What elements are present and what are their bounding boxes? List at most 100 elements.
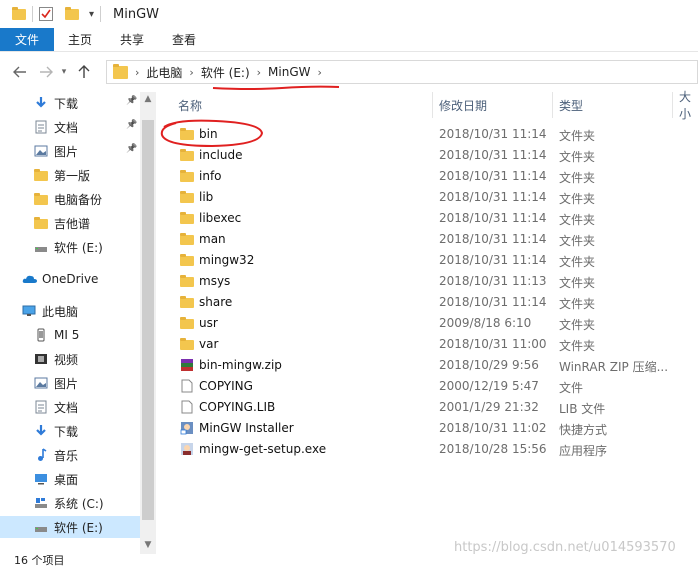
- sidebar-item-label: 下载: [54, 96, 79, 111]
- file-date: 2001/1/29 21:32: [439, 400, 539, 414]
- download-icon: [34, 424, 48, 438]
- folder-icon: [12, 6, 26, 20]
- file-row[interactable]: share 2018/10/31 11:14 文件夹: [160, 292, 698, 313]
- chevron-right-icon[interactable]: ›: [257, 66, 261, 79]
- folder-icon: [180, 232, 194, 246]
- forward-arrow-icon[interactable]: [35, 61, 57, 83]
- pin-icon: 📌: [126, 144, 138, 154]
- item-count: 16 个项目: [14, 554, 65, 567]
- tab-home[interactable]: 主页: [54, 28, 106, 51]
- file-name: man: [199, 232, 226, 246]
- file-row[interactable]: usr 2009/8/18 6:10 文件夹: [160, 313, 698, 334]
- folder-icon: [34, 168, 48, 182]
- sidebar-item-label: 音乐: [54, 448, 79, 463]
- sidebar-item[interactable]: 第一版: [0, 164, 140, 186]
- back-arrow-icon[interactable]: [9, 61, 31, 83]
- watermark: https://blog.csdn.net/u014593570: [454, 540, 676, 555]
- scroll-down-icon[interactable]: ▼: [140, 540, 156, 550]
- recent-locations-chevron-icon[interactable]: ▾: [57, 61, 71, 83]
- file-name: msys: [199, 274, 231, 288]
- file-row[interactable]: msys 2018/10/31 11:13 文件夹: [160, 271, 698, 292]
- column-divider[interactable]: [672, 92, 673, 118]
- sidebar-item[interactable]: 桌面: [0, 468, 140, 490]
- customize-toolbar-icon[interactable]: ▾: [89, 9, 94, 20]
- sidebar-item-label: 电脑备份: [54, 192, 103, 207]
- sidebar-item[interactable]: 吉他谱: [0, 212, 140, 234]
- file-row[interactable]: var 2018/10/31 11:00 文件夹: [160, 334, 698, 355]
- file-row[interactable]: MinGW Installer 2018/10/31 11:02 快捷方式: [160, 418, 698, 439]
- breadcrumb-drive-e[interactable]: 软件 (E:): [201, 64, 250, 81]
- sidebar-item[interactable]: 软件 (E:): [0, 236, 140, 258]
- folder-icon: [180, 316, 194, 330]
- column-divider[interactable]: [552, 92, 553, 118]
- file-type: 文件夹: [559, 150, 596, 164]
- sidebar-item-label: OneDrive: [42, 272, 99, 286]
- column-divider[interactable]: [432, 92, 433, 118]
- file-type: 文件夹: [559, 171, 596, 185]
- sidebar-item-label: 桌面: [54, 472, 79, 487]
- tab-view[interactable]: 查看: [158, 28, 210, 51]
- file-row[interactable]: mingw32 2018/10/31 11:14 文件夹: [160, 250, 698, 271]
- pin-icon: 📌: [126, 96, 138, 106]
- folder-icon: [180, 274, 194, 288]
- file-row[interactable]: COPYING 2000/12/19 5:47 文件: [160, 376, 698, 397]
- sidebar-item[interactable]: 下载: [0, 420, 140, 442]
- up-arrow-icon[interactable]: [73, 61, 95, 83]
- sidebar-item[interactable]: 电脑备份: [0, 188, 140, 210]
- file-name: MinGW Installer: [199, 421, 294, 435]
- chevron-right-icon[interactable]: ›: [189, 66, 193, 79]
- breadcrumb-mingw[interactable]: MinGW: [268, 65, 310, 79]
- column-header-date[interactable]: 修改日期: [439, 92, 487, 118]
- sidebar-scrollbar[interactable]: ▲ ▼: [140, 92, 156, 554]
- file-row[interactable]: libexec 2018/10/31 11:14 文件夹: [160, 208, 698, 229]
- sidebar-item[interactable]: 图片: [0, 372, 140, 394]
- folder-icon: [180, 295, 194, 309]
- chevron-right-icon[interactable]: ›: [318, 66, 322, 79]
- column-header-type[interactable]: 类型: [559, 92, 583, 118]
- file-row[interactable]: lib 2018/10/31 11:14 文件夹: [160, 187, 698, 208]
- download-icon: [34, 96, 48, 110]
- sidebar-item[interactable]: 软件 (E:): [0, 516, 140, 538]
- file-name: var: [199, 337, 219, 351]
- sidebar-item-label: 第一版: [54, 168, 91, 183]
- file-row[interactable]: bin-mingw.zip 2018/10/29 9:56 WinRAR ZIP 压…: [160, 355, 698, 376]
- folder-icon: [180, 148, 194, 162]
- file-type: 文件夹: [559, 297, 596, 311]
- pin-icon: 📌: [126, 120, 138, 130]
- desktop-icon: [34, 472, 48, 486]
- file-date: 2018/10/31 11:14: [439, 211, 547, 225]
- file-row[interactable]: man 2018/10/31 11:14 文件夹: [160, 229, 698, 250]
- navigation-pane: 下载 📌 文档 📌 图片 📌 第一版 电脑备份 吉他谱 软件 (E:) OneDrive 此电脑 MI …: [0, 92, 156, 554]
- sidebar-item[interactable]: 此电脑: [0, 300, 140, 322]
- sidebar-item-label: 图片: [54, 144, 79, 159]
- tab-file[interactable]: 文件: [0, 28, 55, 51]
- sidebar-item[interactable]: 视频: [0, 348, 140, 370]
- scrollbar-thumb[interactable]: [142, 120, 154, 520]
- sidebar-item[interactable]: 文档: [0, 396, 140, 418]
- sidebar-item[interactable]: 文档 📌: [0, 116, 140, 138]
- tab-share[interactable]: 共享: [106, 28, 158, 51]
- sidebar-item[interactable]: 系统 (C:): [0, 492, 140, 514]
- scroll-up-icon[interactable]: ▲: [140, 94, 156, 104]
- column-header-name[interactable]: 名称: [178, 92, 202, 118]
- document-icon: [34, 400, 48, 414]
- file-name: mingw32: [199, 253, 255, 267]
- new-folder-icon[interactable]: [65, 6, 79, 20]
- sidebar-item[interactable]: OneDrive: [0, 268, 140, 290]
- address-bar[interactable]: › 此电脑 › 软件 (E:) › MinGW ›: [106, 60, 698, 84]
- breadcrumb-this-pc[interactable]: 此电脑: [146, 64, 182, 81]
- sidebar-item[interactable]: 音乐: [0, 444, 140, 466]
- file-name: usr: [199, 316, 218, 330]
- column-header-size[interactable]: 大小: [679, 90, 698, 121]
- chevron-right-icon[interactable]: ›: [135, 66, 139, 79]
- sidebar-item[interactable]: 图片 📌: [0, 140, 140, 162]
- sidebar-item[interactable]: 下载 📌: [0, 92, 140, 114]
- sidebar-item[interactable]: MI 5: [0, 324, 140, 346]
- properties-checkmark-icon[interactable]: [39, 7, 53, 21]
- file-row[interactable]: COPYING.LIB 2001/1/29 21:32 LIB 文件: [160, 397, 698, 418]
- file-row[interactable]: mingw-get-setup.exe 2018/10/28 15:56 应用程序: [160, 439, 698, 460]
- file-date: 2018/10/31 11:14: [439, 232, 547, 246]
- file-row[interactable]: info 2018/10/31 11:14 文件夹: [160, 166, 698, 187]
- file-type: LIB 文件: [559, 402, 606, 416]
- file-name: libexec: [199, 211, 242, 225]
